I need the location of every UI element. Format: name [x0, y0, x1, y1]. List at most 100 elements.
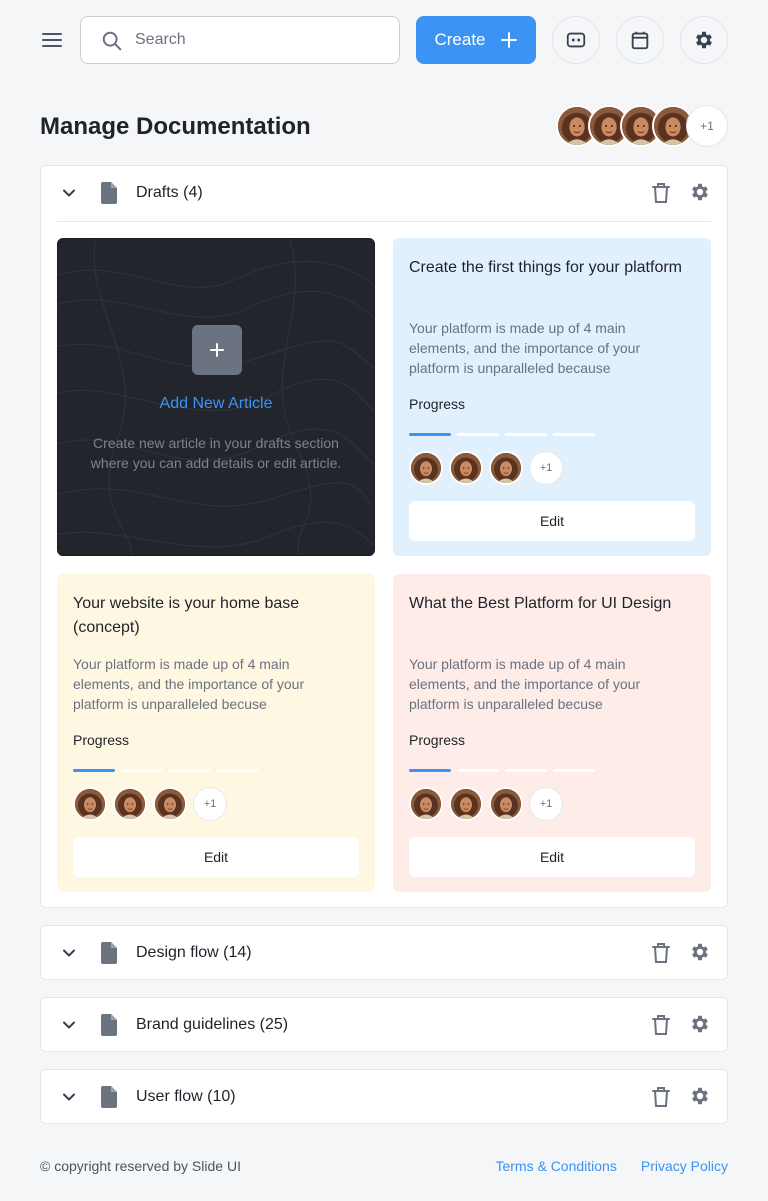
add-article-title[interactable]: Add New Article	[58, 395, 374, 413]
progress-segment	[505, 433, 547, 436]
top-bar: Create	[40, 16, 728, 64]
trash-icon[interactable]	[651, 182, 671, 204]
create-button[interactable]: Create	[416, 16, 536, 64]
progress-segment	[505, 769, 547, 772]
section-header[interactable]: Design flow (14)	[41, 926, 727, 980]
section-brand-guidelines: Brand guidelines (25)	[40, 997, 728, 1052]
avatar[interactable]	[449, 787, 483, 821]
more-members-badge[interactable]: +1	[686, 105, 728, 147]
avatar[interactable]	[409, 787, 443, 821]
trash-icon[interactable]	[651, 1014, 671, 1036]
section-title: User flow (10)	[136, 1088, 236, 1105]
plus-icon	[500, 31, 518, 49]
section-header[interactable]: User flow (10)	[41, 1070, 727, 1124]
gear-icon[interactable]	[689, 1085, 711, 1107]
footer-links: Terms & Conditions Privacy Policy	[495, 1158, 728, 1174]
document-icon	[99, 1086, 119, 1108]
progress-label: Progress	[409, 396, 466, 412]
avatar[interactable]	[449, 451, 483, 485]
progress-segment	[457, 433, 499, 436]
edit-button[interactable]: Edit	[73, 837, 359, 877]
article-description: Your platform is made up of 4 main eleme…	[409, 656, 641, 712]
chat-button[interactable]	[552, 16, 600, 64]
progress-segment	[73, 769, 115, 772]
add-article-description: Create new article in your drafts sectio…	[90, 435, 342, 471]
more-members-badge[interactable]: +1	[529, 787, 563, 821]
avatar[interactable]	[113, 787, 147, 821]
avatar[interactable]	[489, 451, 523, 485]
article-card: Create the first things for your platfor…	[393, 238, 711, 556]
article-card: Your website is your home base (concept)…	[57, 574, 375, 892]
progress-segment	[409, 433, 451, 436]
article-title: Your website is your home base (concept)	[73, 595, 300, 636]
article-description: Your platform is made up of 4 main eleme…	[409, 320, 641, 376]
section-title: Design flow (14)	[136, 944, 252, 961]
progress-segment	[457, 769, 499, 772]
chevron-down-icon[interactable]	[59, 183, 79, 203]
section-title: Drafts (4)	[136, 184, 203, 201]
settings-button[interactable]	[680, 16, 728, 64]
page-title: Manage Documentation	[40, 113, 311, 140]
article-title: Create the first things for your platfor…	[409, 259, 682, 276]
more-members-badge[interactable]: +1	[193, 787, 227, 821]
card-avatars: +1	[73, 787, 227, 821]
section-title: Brand guidelines (25)	[136, 1016, 289, 1033]
avatar[interactable]	[409, 451, 443, 485]
add-article-card[interactable]: Add New Article Create new article in yo…	[57, 238, 375, 556]
avatar[interactable]	[489, 787, 523, 821]
section-drafts: Drafts (4) Add New Article Create new ar…	[40, 165, 728, 908]
document-icon	[99, 182, 119, 204]
section-user-flow: User flow (10)	[40, 1069, 728, 1124]
section-header[interactable]: Brand guidelines (25)	[41, 998, 727, 1052]
trash-icon[interactable]	[651, 1086, 671, 1108]
avatar[interactable]	[73, 787, 107, 821]
progress-label: Progress	[73, 732, 130, 748]
footer: © copyright reserved by Slide UI Terms &…	[40, 1158, 728, 1174]
progress-segment	[553, 433, 595, 436]
progress-bar	[409, 433, 595, 436]
article-card: What the Best Platform for UI Design You…	[393, 574, 711, 892]
progress-label: Progress	[409, 732, 466, 748]
article-description: Your platform is made up of 4 main eleme…	[73, 656, 305, 712]
document-icon	[99, 942, 119, 964]
gear-icon[interactable]	[689, 941, 711, 963]
calendar-icon	[629, 29, 651, 51]
progress-bar	[409, 769, 595, 772]
terms-link[interactable]: Terms & Conditions	[495, 1158, 616, 1174]
chevron-down-icon[interactable]	[59, 1015, 79, 1035]
edit-button[interactable]: Edit	[409, 837, 695, 877]
trash-icon[interactable]	[651, 942, 671, 964]
document-icon	[99, 1014, 119, 1036]
add-article-button[interactable]	[192, 325, 242, 375]
calendar-button[interactable]	[616, 16, 664, 64]
gear-icon[interactable]	[689, 1013, 711, 1035]
progress-segment	[217, 769, 259, 772]
menu-icon[interactable]	[40, 28, 64, 52]
more-members-badge[interactable]: +1	[529, 451, 563, 485]
plus-icon	[210, 343, 224, 357]
search-icon	[101, 30, 123, 52]
card-avatars: +1	[409, 451, 563, 485]
progress-segment	[409, 769, 451, 772]
gear-icon	[693, 29, 715, 51]
section-design-flow: Design flow (14)	[40, 925, 728, 980]
chevron-down-icon[interactable]	[59, 1087, 79, 1107]
divider	[57, 221, 711, 222]
edit-button[interactable]: Edit	[409, 501, 695, 541]
search-box	[80, 16, 400, 64]
gear-icon[interactable]	[689, 181, 711, 203]
create-label: Create	[434, 30, 486, 49]
progress-bar	[73, 769, 259, 772]
privacy-link[interactable]: Privacy Policy	[641, 1158, 728, 1174]
progress-segment	[169, 769, 211, 772]
search-input[interactable]	[135, 17, 385, 63]
team-avatars[interactable]: +1	[556, 105, 728, 147]
avatar[interactable]	[153, 787, 187, 821]
article-title: What the Best Platform for UI Design	[409, 595, 672, 612]
chat-icon	[565, 29, 587, 51]
card-avatars: +1	[409, 787, 563, 821]
chevron-down-icon[interactable]	[59, 943, 79, 963]
progress-segment	[121, 769, 163, 772]
section-header[interactable]: Drafts (4)	[41, 166, 727, 220]
copyright-text: © copyright reserved by Slide UI	[40, 1158, 241, 1174]
